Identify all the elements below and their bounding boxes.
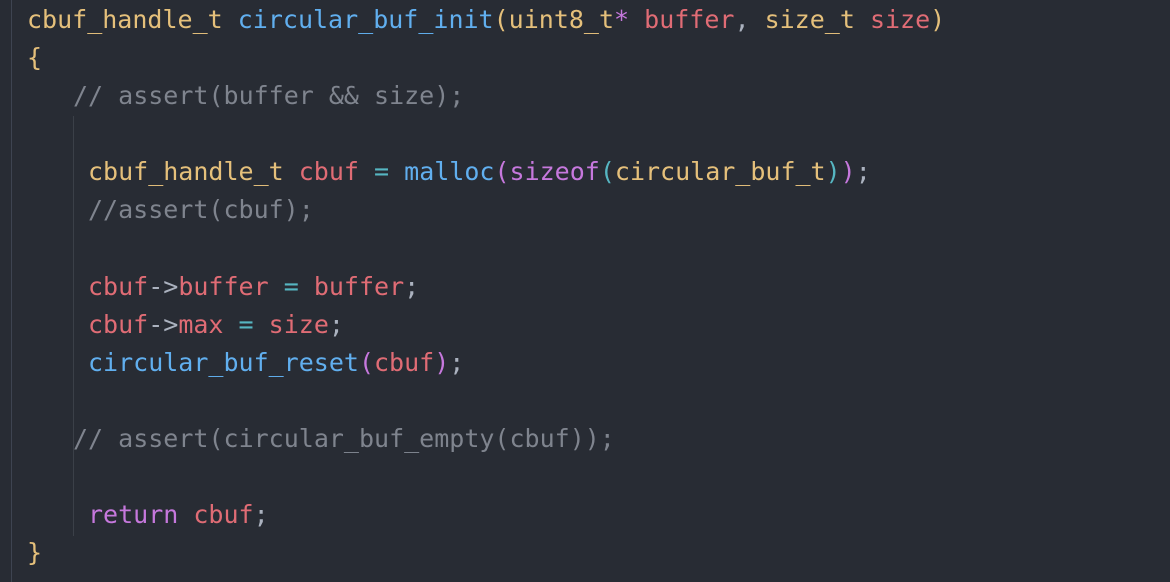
- code-token: (: [358, 347, 374, 377]
- code-token: circular_buf_init: [237, 5, 494, 34]
- code-token: }: [27, 538, 43, 568]
- code-token: size_t: [764, 5, 855, 34]
- code-token: cbuf: [88, 271, 149, 301]
- code-line[interactable]: cbuf_handle_t circular_buf_init(uint8_t*…: [27, 1, 945, 39]
- code-token: *: [614, 5, 630, 34]
- code-token: buffer: [313, 271, 405, 301]
- code-token: cbuf: [88, 309, 149, 339]
- code-token: ;: [328, 309, 344, 339]
- code-token: cbuf: [193, 500, 254, 530]
- code-line[interactable]: [27, 458, 945, 496]
- code-token: ): [825, 157, 841, 187]
- code-token: ;: [253, 500, 269, 530]
- code-token: cbuf_handle_t: [27, 5, 223, 34]
- code-token: =: [283, 271, 299, 301]
- code-token: ;: [404, 271, 420, 301]
- code-token: size: [869, 5, 931, 34]
- code-block[interactable]: cbuf_handle_t circular_buf_init(uint8_t*…: [27, 1, 945, 572]
- code-line[interactable]: [27, 230, 945, 268]
- code-token: cbuf: [298, 157, 359, 187]
- code-token: ;: [449, 347, 465, 377]
- code-line[interactable]: return cbuf;: [27, 496, 945, 534]
- code-token: max: [178, 309, 224, 339]
- code-token: buffer: [644, 5, 735, 34]
- code-token: cbuf_handle_t: [88, 157, 284, 187]
- editor-gutter-border: [11, 0, 12, 582]
- code-token: // assert(circular_buf_empty(cbuf));: [73, 424, 615, 454]
- code-token: (: [493, 5, 509, 34]
- code-token: ->: [148, 271, 179, 301]
- code-line[interactable]: }: [27, 534, 945, 572]
- code-token: ;: [855, 157, 871, 187]
- code-token: ): [930, 5, 946, 34]
- code-token: (: [494, 157, 510, 187]
- code-token: ,: [734, 5, 765, 34]
- code-token: sizeof: [509, 157, 600, 187]
- code-token: {: [27, 43, 43, 73]
- code-token: cbuf: [374, 347, 435, 377]
- code-line[interactable]: // assert(circular_buf_empty(cbuf));: [27, 420, 945, 458]
- code-token: return: [88, 500, 179, 530]
- code-token: size: [268, 309, 329, 339]
- code-token: buffer: [178, 271, 269, 301]
- code-editor[interactable]: cbuf_handle_t circular_buf_init(uint8_t*…: [0, 0, 1170, 582]
- code-line[interactable]: [27, 115, 945, 153]
- code-line[interactable]: // assert(buffer && size);: [27, 77, 945, 115]
- code-line[interactable]: [27, 382, 945, 420]
- code-token: uint8_t: [508, 5, 615, 34]
- code-token: ->: [148, 309, 179, 339]
- code-token: circular_buf_t: [614, 157, 826, 187]
- code-token: // assert(buffer && size);: [73, 81, 465, 111]
- code-line[interactable]: //assert(cbuf);: [27, 191, 945, 229]
- code-token: (: [599, 157, 615, 187]
- code-token: ): [434, 347, 450, 377]
- code-line[interactable]: circular_buf_reset(cbuf);: [27, 344, 945, 382]
- code-token: ): [840, 157, 856, 187]
- code-line[interactable]: cbuf_handle_t cbuf = malloc(sizeof(circu…: [27, 153, 945, 191]
- code-token: malloc: [404, 157, 495, 187]
- code-line[interactable]: {: [27, 39, 945, 77]
- code-line[interactable]: cbuf->max = size;: [27, 306, 945, 344]
- code-token: circular_buf_reset: [88, 347, 359, 377]
- code-line[interactable]: cbuf->buffer = buffer;: [27, 268, 945, 306]
- code-token: =: [238, 309, 254, 339]
- code-token: //assert(cbuf);: [88, 195, 314, 225]
- code-token: =: [374, 157, 390, 187]
